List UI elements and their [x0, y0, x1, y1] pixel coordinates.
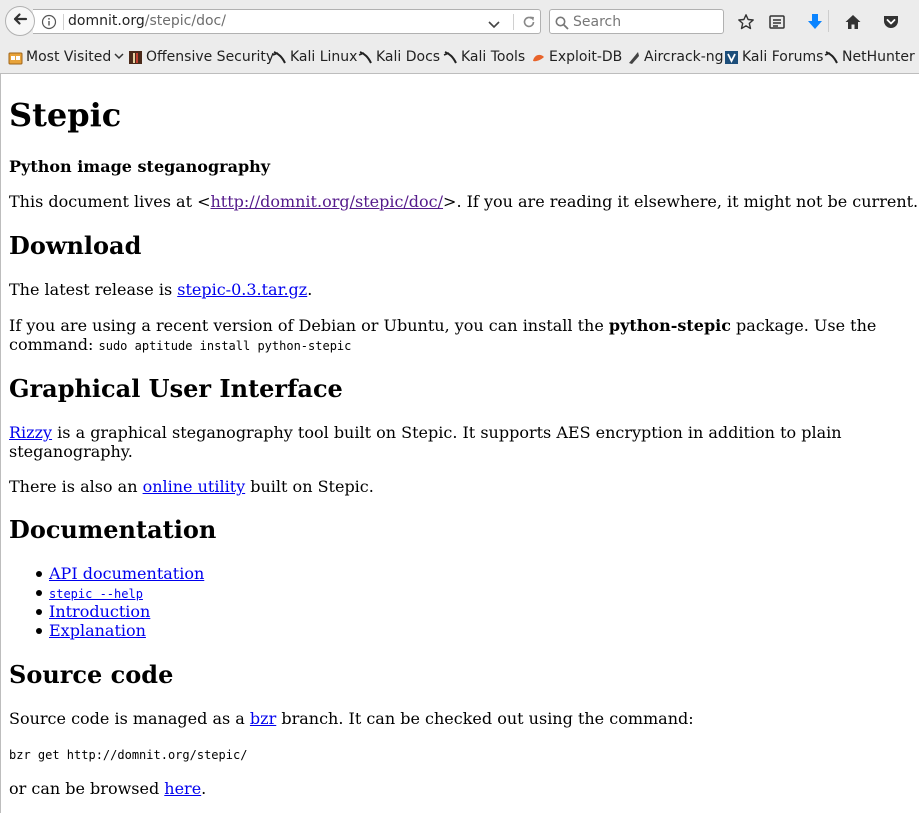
download-heading: Download — [9, 231, 142, 260]
bookmark-exploit-db[interactable]: Exploit-DB — [531, 49, 622, 65]
kali-icon — [272, 50, 287, 65]
bookmark-offensive-security[interactable]: Offensive Security — [128, 49, 274, 65]
install-text: package. Use the — [730, 316, 877, 335]
url-bar[interactable]: domnit.org/stepic/doc/ — [33, 9, 541, 34]
reload-icon[interactable] — [521, 14, 537, 34]
bookmark-label: Most Visited — [26, 49, 112, 65]
bzr-link[interactable]: bzr — [250, 709, 276, 728]
source-text: Source code is managed as a — [9, 709, 250, 728]
browse-text: . — [201, 779, 207, 798]
gui-heading: Graphical User Interface — [9, 374, 343, 403]
latest-text: . — [307, 280, 313, 299]
home-icon[interactable] — [842, 11, 864, 33]
list-item: Explanation — [9, 621, 204, 640]
back-arrow-icon — [11, 10, 29, 32]
pocket-icon[interactable] — [880, 11, 902, 33]
explanation-link[interactable]: Explanation — [49, 621, 146, 640]
rizzy-text: is a graphical steganography tool built … — [52, 423, 842, 442]
toolbar-separator — [828, 10, 829, 32]
exploitdb-icon — [531, 50, 546, 65]
downloads-icon[interactable] — [804, 11, 826, 33]
install-text: command: — [9, 335, 99, 354]
doc-url-link[interactable]: http://domnit.org/stepic/doc/ — [211, 192, 444, 211]
checkout-command: bzr get http://domnit.org/stepic/ — [9, 748, 248, 762]
browse-here-link[interactable]: here — [164, 779, 201, 798]
install-command: sudo aptitude install python-stepic — [98, 339, 352, 353]
bookmark-label: Kali Linux — [290, 49, 358, 65]
window-left-border — [0, 73, 1, 813]
online-text: There is also an — [9, 477, 143, 496]
url-separator — [63, 14, 64, 30]
bookmark-nethunter[interactable]: NetHunter — [824, 49, 915, 65]
list-item: API documentation — [9, 564, 204, 583]
release-tarball-link[interactable]: stepic-0.3.tar.gz — [177, 280, 307, 299]
url-history-dropdown-icon[interactable] — [487, 16, 501, 35]
bookmark-label: Kali Docs — [376, 49, 441, 65]
install-text: If you are using a recent version of Deb… — [9, 316, 609, 335]
bookmark-label: NetHunter — [842, 49, 915, 65]
bookmark-kali-docs[interactable]: Kali Docs — [358, 49, 440, 65]
back-button[interactable] — [5, 6, 35, 36]
latest-text: The latest release is — [9, 280, 178, 299]
aircrack-icon — [626, 50, 641, 65]
api-documentation-link[interactable]: API documentation — [49, 564, 204, 583]
kali-forums-icon — [724, 50, 739, 65]
search-icon — [555, 15, 569, 34]
bookmark-kali-tools[interactable]: Kali Tools — [443, 49, 525, 65]
introduction-link[interactable]: Introduction — [49, 602, 150, 621]
bookmark-label: Kali Forums — [742, 49, 824, 65]
bookmark-label: Offensive Security — [146, 49, 275, 65]
online-utility-link[interactable]: online utility — [143, 477, 246, 496]
page-title: Stepic — [9, 96, 122, 134]
search-input[interactable] — [573, 12, 718, 31]
intro-paragraph: This document lives at <http://domnit.or… — [9, 192, 918, 211]
url-separator-2 — [513, 14, 514, 30]
bookmark-label: Exploit-DB — [549, 49, 623, 65]
chevron-down-icon — [114, 49, 124, 65]
most-visited-icon — [8, 50, 23, 65]
stepic-help-link[interactable]: stepic --help — [49, 587, 143, 601]
bookmark-label: Kali Tools — [461, 49, 526, 65]
bookmark-kali-linux[interactable]: Kali Linux — [272, 49, 357, 65]
source-text: branch. It can be checked out using the … — [276, 709, 694, 728]
kali-icon — [824, 50, 839, 65]
bookmark-star-icon[interactable] — [735, 11, 757, 33]
bookmark-label: Aircrack-ng — [644, 49, 724, 65]
bookmark-kali-forums[interactable]: Kali Forums — [724, 49, 823, 65]
list-item: stepic --help — [9, 583, 204, 602]
url-path: /stepic/doc/ — [144, 13, 226, 29]
documentation-list: API documentation stepic --help Introduc… — [9, 564, 204, 640]
site-info-icon[interactable] — [41, 14, 57, 34]
browse-paragraph: or can be browsed here. — [9, 779, 206, 798]
rizzy-paragraph: Rizzy is a graphical steganography tool … — [9, 423, 842, 461]
install-paragraph: If you are using a recent version of Deb… — [9, 316, 876, 356]
intro-text: >. If you are reading it elsewhere, it m… — [443, 192, 919, 211]
bookmarks-toolbar: Most Visited Offensive Security Kali Lin… — [0, 42, 919, 74]
bookmark-most-visited[interactable]: Most Visited — [8, 49, 124, 65]
offsec-icon — [128, 50, 143, 65]
page-subtitle: Python image steganography — [9, 157, 271, 176]
navigation-toolbar: domnit.org/stepic/doc/ — [0, 0, 919, 42]
documentation-heading: Documentation — [9, 515, 217, 544]
bookmark-aircrack-ng[interactable]: Aircrack-ng — [626, 49, 724, 65]
url-host: domnit.org — [68, 13, 145, 29]
source-paragraph: Source code is managed as a bzr branch. … — [9, 709, 694, 728]
rizzy-link[interactable]: Rizzy — [9, 423, 52, 442]
online-utility-paragraph: There is also an online utility built on… — [9, 477, 374, 496]
kali-icon — [358, 50, 373, 65]
package-name: python-stepic — [608, 316, 731, 335]
latest-release-paragraph: The latest release is stepic-0.3.tar.gz. — [9, 280, 312, 299]
url-text[interactable]: domnit.org/stepic/doc/ — [68, 13, 226, 29]
rizzy-text: steganography. — [9, 442, 133, 461]
browse-text: or can be browsed — [9, 779, 165, 798]
search-bar[interactable] — [549, 9, 724, 34]
kali-icon — [443, 50, 458, 65]
intro-text: This document lives at < — [9, 192, 211, 211]
list-item: Introduction — [9, 602, 204, 621]
online-text: built on Stepic. — [245, 477, 374, 496]
bookmarks-list-icon[interactable] — [766, 11, 788, 33]
source-code-heading: Source code — [9, 660, 174, 689]
